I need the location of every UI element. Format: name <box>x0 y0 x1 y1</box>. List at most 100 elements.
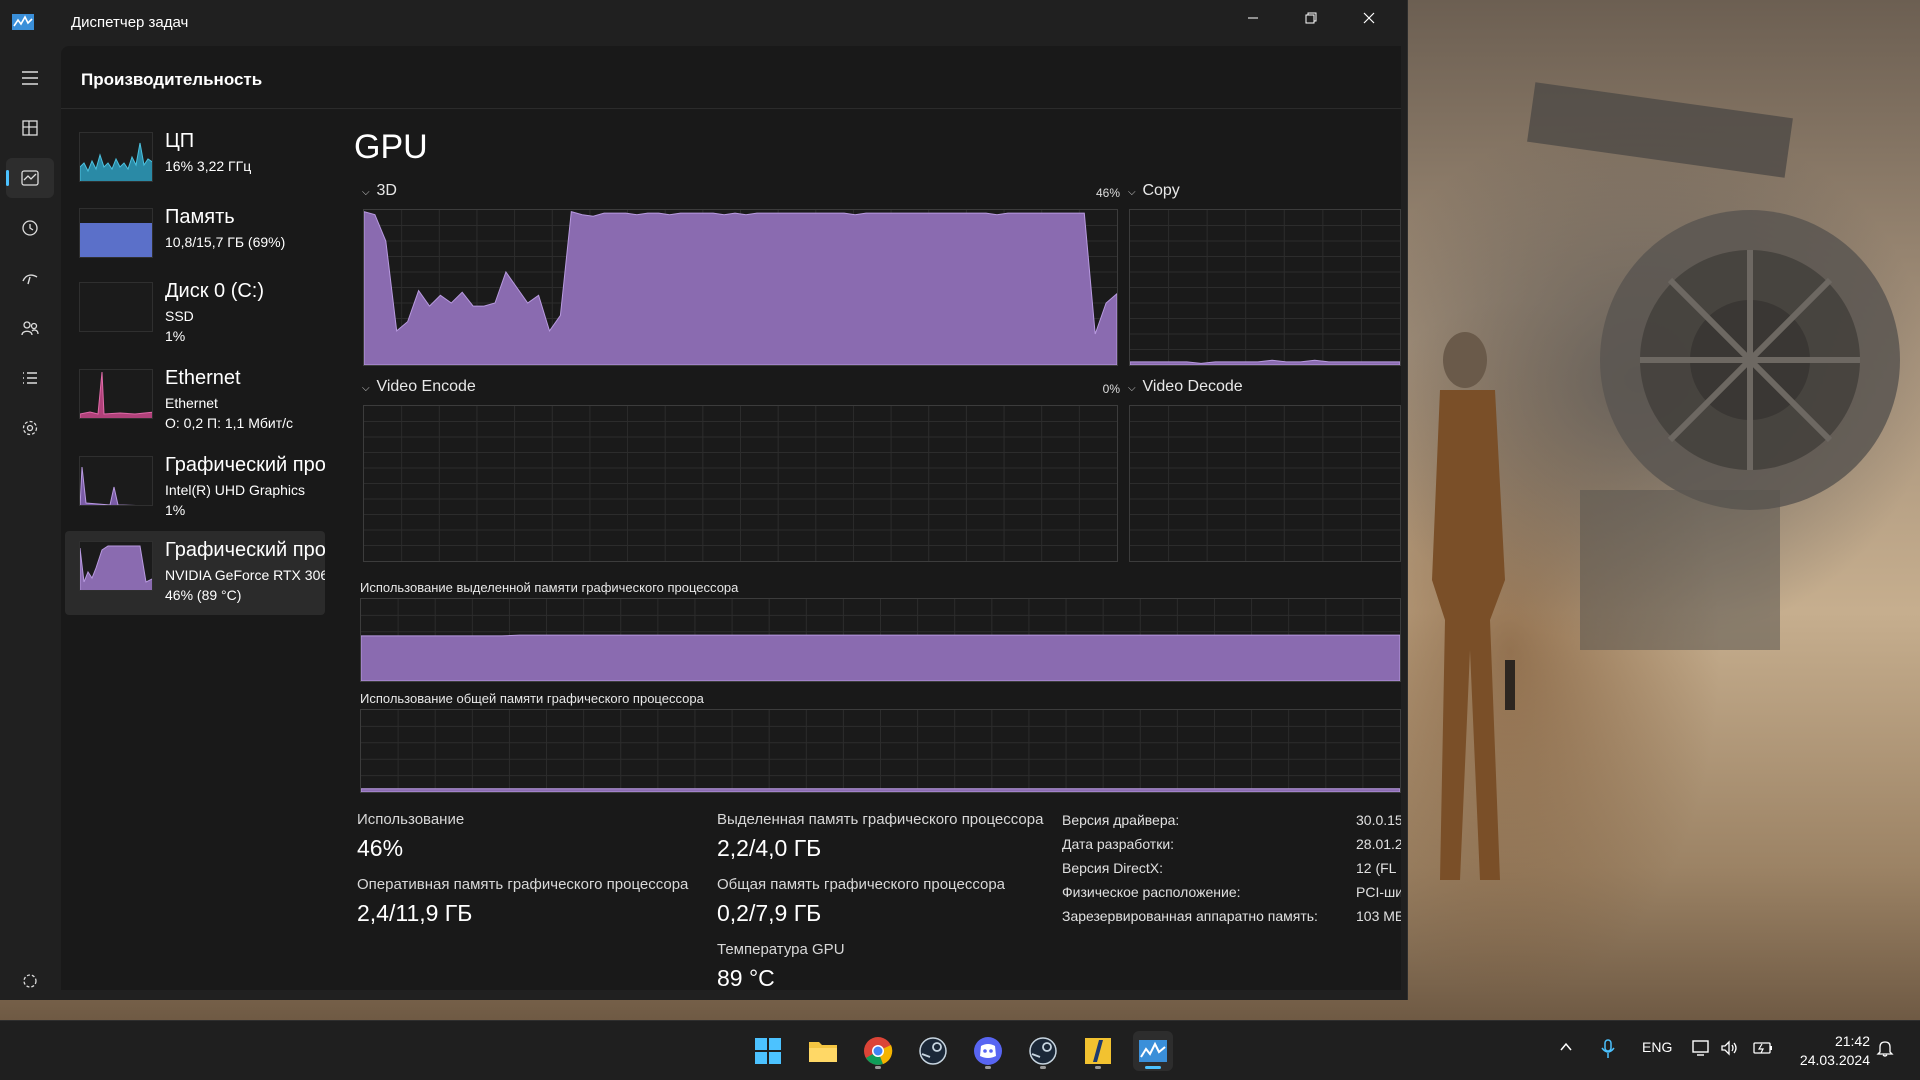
device-gpu-1[interactable]: Графический процессор 1 NVIDIA GeForce R… <box>65 531 325 615</box>
dedicated-memory-stat-label: Выделенная память графического процессор… <box>717 811 1044 828</box>
chrome-icon <box>864 1037 893 1065</box>
nav-settings[interactable] <box>6 966 54 996</box>
minimize-icon <box>1248 17 1258 19</box>
device-detail: 1% <box>165 328 186 344</box>
engine-3d-percent: 46% <box>1095 186 1120 200</box>
close-button[interactable] <box>1340 0 1398 36</box>
show-hidden-icons-button[interactable] <box>1558 1039 1574 1058</box>
driver-version-value: 30.0.15 <box>1356 812 1401 828</box>
engine-decode-label: Video Decode <box>1142 378 1243 395</box>
history-icon <box>22 220 38 236</box>
bell-icon <box>1876 1041 1894 1057</box>
nav-processes[interactable] <box>6 108 54 148</box>
engine-decode-selector[interactable]: ⌵ Video Decode <box>1128 378 1243 396</box>
restore-button[interactable] <box>1282 0 1340 36</box>
running-indicator <box>1095 1066 1101 1069</box>
nav-users[interactable] <box>6 308 54 348</box>
window-title: Диспетчер задач <box>71 14 189 31</box>
restore-icon <box>1305 12 1317 24</box>
dedicated-memory-graph <box>360 598 1401 682</box>
battery-button[interactable] <box>1752 1039 1774 1060</box>
hamburger-icon <box>22 71 38 85</box>
device-name: Графический процессор 1 <box>165 539 325 561</box>
reserved-memory-value: 103 МБ <box>1356 908 1401 924</box>
gdec-svg <box>1130 406 1400 561</box>
task-manager-window: Диспетчер задач Производительность ЦП 16… <box>0 0 1408 1000</box>
engine-encode-percent: 0% <box>1102 382 1120 396</box>
memory-thumbnail-graph <box>79 208 153 258</box>
hamburger-menu-button[interactable] <box>6 58 54 98</box>
device-detail: О: 0,2 П: 1,1 Мбит/с <box>165 415 294 431</box>
engine-3d-label: 3D <box>376 182 397 199</box>
steam-icon <box>919 1037 947 1065</box>
microphone-button[interactable] <box>1600 1039 1616 1062</box>
network-button[interactable] <box>1692 1039 1712 1060</box>
directx-version-label: Версия DirectX: <box>1062 860 1163 876</box>
chevron-down-icon: ⌵ <box>1128 187 1136 198</box>
device-detail: Ethernet <box>165 395 218 411</box>
startup-icon <box>22 274 38 285</box>
gpu-ram-label: Оперативная память графического процессо… <box>357 876 689 893</box>
clock[interactable]: 21:42 24.03.2024 <box>1790 1032 1870 1070</box>
usage-area <box>361 788 1400 792</box>
device-cpu[interactable]: ЦП 16% 3,22 ГГц <box>65 122 325 206</box>
performance-icon <box>21 170 39 186</box>
engine-encode-selector[interactable]: ⌵ Video Encode <box>362 378 476 396</box>
engine-encode-label: Video Encode <box>376 378 476 395</box>
folder-icon <box>809 1042 837 1062</box>
device-gpu-0[interactable]: Графический процессор 0 Intel(R) UHD Gra… <box>65 446 325 530</box>
taskbar-chrome[interactable] <box>858 1031 898 1071</box>
usage-value: 46% <box>357 835 404 861</box>
title-bar[interactable]: Диспетчер задач <box>0 0 1408 46</box>
taskbar-steam-2[interactable] <box>1023 1031 1063 1071</box>
app-icon <box>1085 1038 1111 1064</box>
dedicated-memory-label: Использование выделенной памяти графичес… <box>360 580 739 595</box>
users-icon <box>21 321 39 336</box>
minimize-button[interactable] <box>1224 0 1282 36</box>
microphone-icon <box>1601 1039 1615 1058</box>
driver-version-label: Версия драйвера: <box>1062 812 1180 828</box>
gpu0-thumbnail-graph <box>79 456 153 506</box>
usage-area <box>1130 359 1400 365</box>
task-manager-icon <box>12 14 34 30</box>
shared-memory-label: Использование общей памяти графического … <box>360 691 704 706</box>
taskbar-task-manager[interactable] <box>1133 1031 1173 1071</box>
taskbar-steam[interactable] <box>913 1031 953 1071</box>
cpu-thumbnail-graph <box>79 132 153 182</box>
nav-app-history[interactable] <box>6 208 54 248</box>
engine-copy-selector[interactable]: ⌵ Copy <box>1128 182 1180 200</box>
language-indicator[interactable]: ENG <box>1642 1039 1672 1055</box>
nav-details[interactable] <box>6 358 54 398</box>
wallpaper-ship <box>1527 82 1900 650</box>
device-name: ЦП <box>165 130 195 152</box>
nav-services[interactable] <box>6 408 54 448</box>
active-indicator <box>1145 1066 1161 1069</box>
engine-3d-selector[interactable]: ⌵ 3D <box>362 182 397 200</box>
chevron-up-icon <box>1560 1042 1572 1051</box>
taskbar-file-explorer[interactable] <box>803 1031 843 1071</box>
taskbar-app[interactable] <box>1078 1031 1118 1071</box>
volume-button[interactable] <box>1720 1039 1738 1060</box>
device-memory[interactable]: Память 10,8/15,7 ГБ (69%) <box>65 198 325 282</box>
physical-location-value: PCI-ши <box>1356 884 1401 900</box>
engine-copy-graph <box>1129 209 1401 366</box>
gpu-title: GPU <box>354 128 428 166</box>
taskbar: ENG 21:42 24.03.2024 <box>0 1020 1920 1080</box>
device-ethernet[interactable]: Ethernet Ethernet О: 0,2 П: 1,1 Мбит/с <box>65 359 325 443</box>
start-button[interactable] <box>748 1031 788 1071</box>
engine-copy-label: Copy <box>1142 182 1180 199</box>
chevron-down-icon: ⌵ <box>362 383 370 394</box>
navigation-rail <box>0 46 60 1000</box>
nav-startup-apps[interactable] <box>6 258 54 298</box>
header-divider <box>61 108 1401 109</box>
device-detail: 46% (89 °C) <box>165 587 242 603</box>
reserved-memory-label: Зарезервированная аппаратно память: <box>1062 908 1318 924</box>
genc-svg <box>364 406 1117 561</box>
settings-icon <box>23 974 37 988</box>
device-disk[interactable]: Диск 0 (C:) SSD 1% <box>65 272 325 356</box>
notifications-button[interactable] <box>1876 1039 1894 1060</box>
device-name: Графический процессор 0 <box>165 454 325 476</box>
nav-performance[interactable] <box>6 158 54 198</box>
taskbar-discord[interactable] <box>968 1031 1008 1071</box>
usage-area <box>361 634 1400 681</box>
